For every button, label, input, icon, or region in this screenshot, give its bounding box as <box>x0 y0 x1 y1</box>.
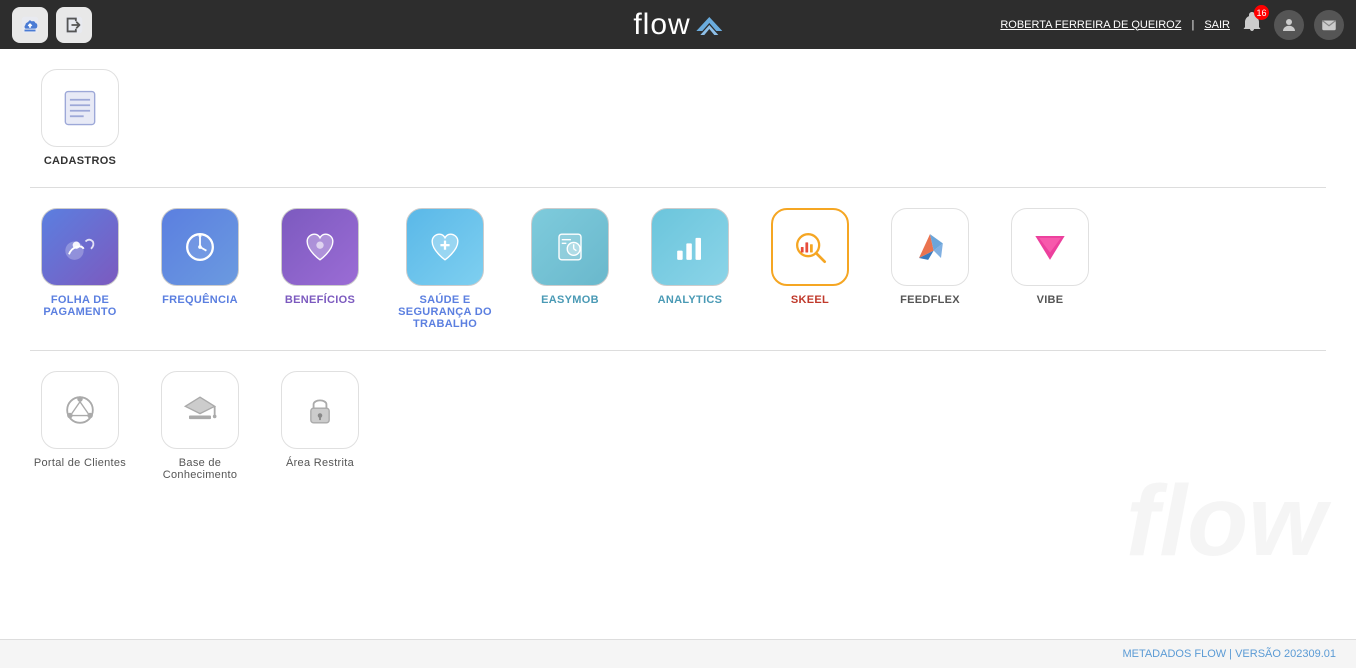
restrita-icon-box <box>281 371 359 449</box>
vibe-label: VIBE <box>1037 294 1064 306</box>
beneficios-app[interactable]: BENEFÍCIOS <box>270 208 370 306</box>
cadastros-label: CADASTROS <box>44 155 116 167</box>
feedflex-icon-box <box>891 208 969 286</box>
header-separator: | <box>1191 19 1194 31</box>
notification-bell[interactable]: 16 <box>1240 10 1264 39</box>
easymob-label: EASYMOB <box>541 294 599 306</box>
portal-icon <box>58 388 102 432</box>
saude-app[interactable]: SAÚDE ESEGURANÇA DOTRABALHO <box>390 208 500 330</box>
portal-label: Portal de Clientes <box>34 457 126 469</box>
base-icon-box <box>161 371 239 449</box>
notification-count: 16 <box>1254 5 1269 20</box>
analytics-label: ANALYTICS <box>658 294 723 306</box>
list-icon <box>58 86 102 130</box>
cadastros-section: CADASTROS <box>30 69 1326 188</box>
saude-label: SAÚDE ESEGURANÇA DOTRABALHO <box>398 294 492 330</box>
logo-icon <box>697 15 723 35</box>
folha-icon-box <box>41 208 119 286</box>
person-icon <box>1280 16 1298 34</box>
skeel-icon <box>788 225 832 269</box>
base-label: Base deConhecimento <box>163 457 238 481</box>
cadastros-app[interactable]: CADASTROS <box>30 69 130 167</box>
folha-app[interactable]: FOLHA DEPAGAMENTO <box>30 208 130 318</box>
logo: flow <box>633 8 722 42</box>
skeel-label: SKEEL <box>791 294 829 306</box>
feedflex-icon <box>908 225 952 269</box>
easymob-icon <box>548 225 592 269</box>
lock-icon <box>298 388 342 432</box>
analytics-app[interactable]: ANALYTICS <box>640 208 740 306</box>
frequencia-icon <box>178 225 222 269</box>
main-content: CADASTROS FOLHA DEPAGAMENTO <box>0 49 1356 639</box>
skeel-app[interactable]: SKEEL <box>760 208 860 306</box>
beneficios-label: BENEFÍCIOS <box>285 294 355 306</box>
saude-icon <box>423 225 467 269</box>
feedflex-app[interactable]: FEEDFLEX <box>880 208 980 306</box>
envelope-icon <box>1320 16 1338 34</box>
sair-link[interactable]: SAIR <box>1204 19 1230 31</box>
upload-button[interactable] <box>12 7 48 43</box>
bottom-section: Portal de Clientes Base deConhecimento <box>30 371 1326 481</box>
restrita-app[interactable]: Área Restrita <box>270 371 370 469</box>
message-button[interactable] <box>1314 10 1344 40</box>
logo-text: flow <box>633 8 690 42</box>
vibe-icon <box>1028 225 1072 269</box>
beneficios-icon <box>298 225 342 269</box>
header: flow ROBERTA FERREIRA DE QUEIROZ | SAIR … <box>0 0 1356 49</box>
watermark: flow <box>1126 464 1326 579</box>
easymob-icon-box <box>531 208 609 286</box>
header-left <box>12 7 92 43</box>
portal-app[interactable]: Portal de Clientes <box>30 371 130 469</box>
analytics-icon-box <box>651 208 729 286</box>
folha-icon <box>58 225 102 269</box>
user-avatar-button[interactable] <box>1274 10 1304 40</box>
header-right: ROBERTA FERREIRA DE QUEIROZ | SAIR 16 <box>1000 10 1344 40</box>
exit-button[interactable] <box>56 7 92 43</box>
restrita-label: Área Restrita <box>286 457 354 469</box>
apps-section: FOLHA DEPAGAMENTO FREQUÊNCIA <box>30 208 1326 351</box>
frequencia-label: FREQUÊNCIA <box>162 294 238 306</box>
easymob-app[interactable]: EASYMOB <box>520 208 620 306</box>
frequencia-app[interactable]: FREQUÊNCIA <box>150 208 250 306</box>
vibe-app[interactable]: VIBE <box>1000 208 1100 306</box>
feedflex-label: FEEDFLEX <box>900 294 960 306</box>
cadastros-icon-box <box>41 69 119 147</box>
graduation-icon <box>178 388 222 432</box>
frequencia-icon-box <box>161 208 239 286</box>
footer: METADADOS FLOW | VERSÃO 202309.01 <box>0 639 1356 668</box>
skeel-icon-box <box>771 208 849 286</box>
folha-label: FOLHA DEPAGAMENTO <box>43 294 116 318</box>
analytics-icon <box>668 225 712 269</box>
vibe-icon-box <box>1011 208 1089 286</box>
portal-icon-box <box>41 371 119 449</box>
saude-icon-box <box>406 208 484 286</box>
user-name-link[interactable]: ROBERTA FERREIRA DE QUEIROZ <box>1000 19 1181 31</box>
beneficios-icon-box <box>281 208 359 286</box>
base-app[interactable]: Base deConhecimento <box>150 371 250 481</box>
